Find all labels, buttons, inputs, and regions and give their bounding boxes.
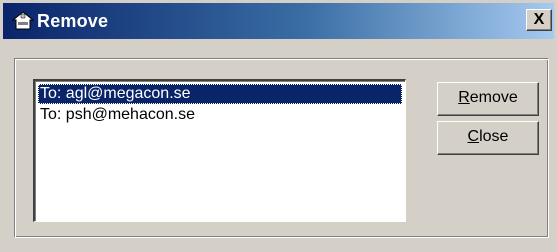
close-window-button[interactable]: X xyxy=(526,9,552,31)
list-item[interactable]: To: agl@megacon.se xyxy=(38,84,402,104)
remove-user-icon xyxy=(12,11,34,30)
close-button[interactable]: Close xyxy=(437,121,539,155)
close-button-accel: C xyxy=(467,128,480,145)
close-button-label: lose xyxy=(479,128,509,145)
remove-button-accel: R xyxy=(458,89,470,106)
window-title: Remove xyxy=(37,11,109,31)
recipient-listbox[interactable]: To: agl@megacon.se To: psh@mehacon.se xyxy=(33,79,406,222)
remove-button[interactable]: Remove xyxy=(437,82,539,116)
title-bar[interactable]: Remove X xyxy=(3,3,554,39)
list-item[interactable]: To: psh@mehacon.se xyxy=(38,105,402,125)
remove-button-label: emove xyxy=(469,89,518,106)
remove-dialog: Remove X To: agl@megacon.se To: psh@meha… xyxy=(0,0,557,252)
